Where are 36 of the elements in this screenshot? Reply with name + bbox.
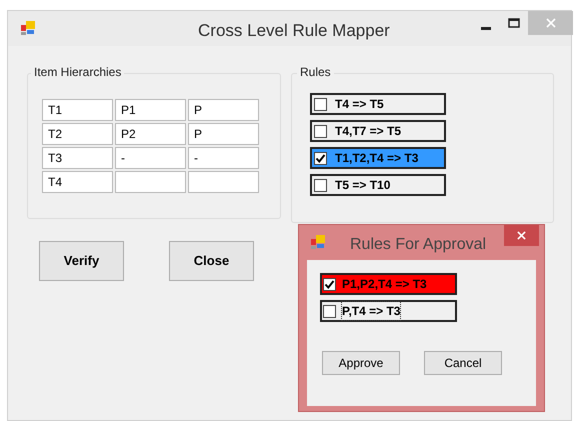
- button[interactable]: Verify: [39, 241, 124, 281]
- rule-item[interactable]: T4 => T5: [310, 93, 446, 115]
- text-field[interactable]: P2: [115, 123, 186, 145]
- close-icon: [546, 18, 556, 28]
- checkbox[interactable]: [314, 98, 327, 110]
- checkbox[interactable]: [314, 124, 327, 138]
- text-field[interactable]: T3: [42, 147, 113, 169]
- checkbox[interactable]: [314, 178, 327, 192]
- text-field[interactable]: T4: [42, 171, 113, 193]
- text-field[interactable]: -: [115, 147, 186, 169]
- rule-item[interactable]: T4,T7 => T5: [310, 120, 446, 142]
- window-title: Cross Level Rule Mapper: [198, 20, 390, 42]
- text-field[interactable]: [115, 171, 186, 193]
- rule-item[interactable]: P1,P2,T4 => T3: [320, 273, 457, 295]
- text-field[interactable]: T2: [42, 123, 113, 145]
- text-field[interactable]: P1: [115, 99, 186, 121]
- checkbox[interactable]: [323, 304, 336, 318]
- checkbox[interactable]: [314, 152, 327, 164]
- checkbox[interactable]: [323, 278, 336, 290]
- button[interactable]: Cancel: [424, 351, 502, 375]
- button[interactable]: Close: [169, 241, 254, 281]
- text-field[interactable]: [188, 171, 259, 193]
- text-field[interactable]: -: [188, 147, 259, 169]
- button[interactable]: Approve: [322, 351, 400, 375]
- text-field[interactable]: P: [188, 99, 259, 121]
- maximize-icon[interactable]: [508, 18, 520, 28]
- text-field[interactable]: P: [188, 123, 259, 145]
- app-icon: [311, 235, 326, 250]
- rule-item[interactable]: T5 => T10: [310, 174, 446, 196]
- dialog-title: Rules For Approval: [350, 235, 486, 255]
- rule-item[interactable]: T1,T2,T4 => T3: [310, 147, 446, 169]
- close-icon: [517, 231, 526, 240]
- close-button[interactable]: [504, 225, 539, 246]
- rule-item[interactable]: P,T4 => T3: [320, 300, 457, 322]
- app-icon: [21, 21, 36, 36]
- text-field[interactable]: T1: [42, 99, 113, 121]
